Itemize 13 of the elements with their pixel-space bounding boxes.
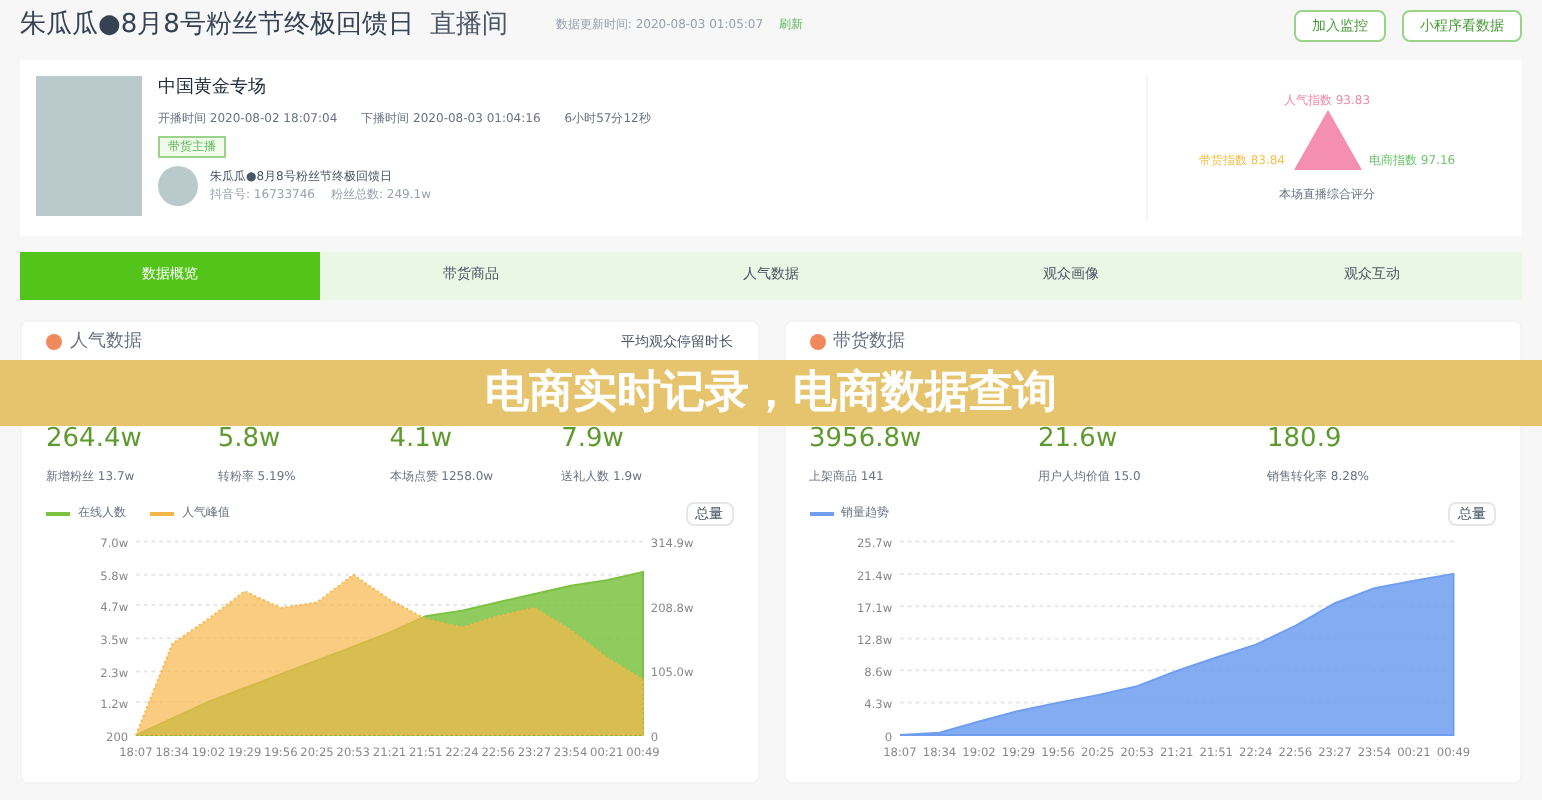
stat-value: 7.9w: [561, 422, 626, 458]
stat-value: 3956.8w: [809, 422, 924, 458]
stat-value: 4.1w: [389, 422, 455, 458]
page-title: 朱瓜瓜●8月8号粉丝节终极回馈日: [20, 8, 414, 45]
stat-value: 180.9: [1267, 422, 1344, 458]
page-subtitle: 直播间: [429, 8, 508, 45]
live-name: 中国黄金专场: [158, 75, 268, 102]
stat-value: 21.6w: [1038, 422, 1120, 458]
panel-title: 带货数据: [833, 329, 905, 355]
stat-value: 5.8w: [217, 422, 283, 458]
panel-title: 人气数据: [70, 329, 142, 355]
banner: 电商实时记录，电商数据查询: [0, 360, 1542, 426]
stat-value: 264.4w: [46, 422, 144, 458]
